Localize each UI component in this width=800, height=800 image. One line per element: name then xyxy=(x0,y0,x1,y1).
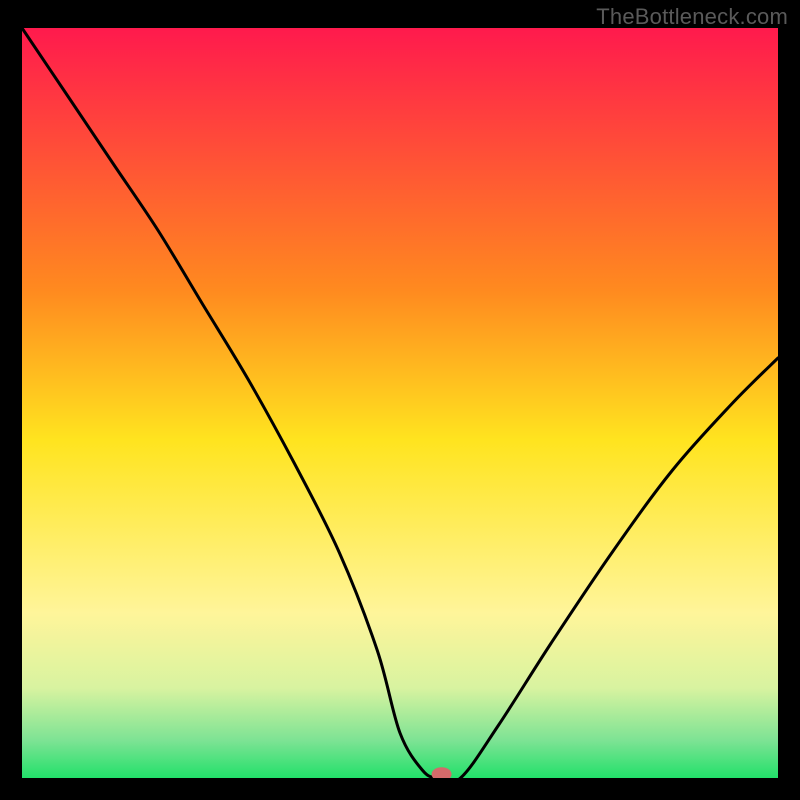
watermark-text: TheBottleneck.com xyxy=(596,4,788,30)
plot-area xyxy=(22,28,778,778)
gradient-background xyxy=(22,28,778,778)
chart-frame: TheBottleneck.com xyxy=(0,0,800,800)
chart-svg xyxy=(22,28,778,778)
